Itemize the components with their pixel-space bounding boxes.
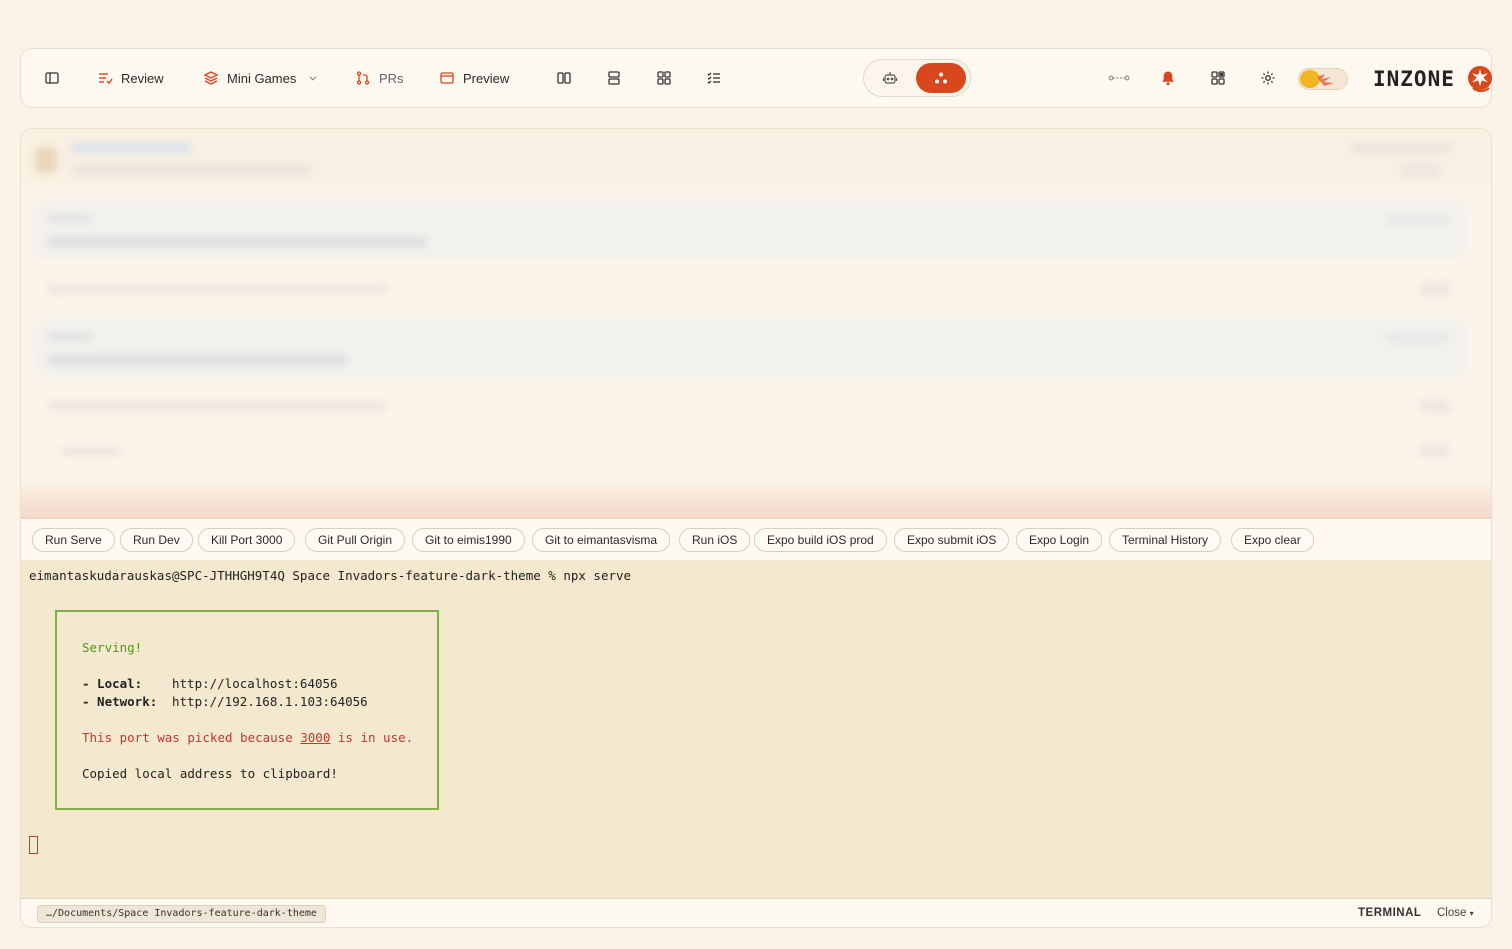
prompt-line: eimantaskudarauskas@SPC-JTHHGH9T4Q Space…: [29, 568, 632, 583]
theme-toggle[interactable]: [1298, 68, 1348, 90]
network-label: - Network:: [82, 694, 158, 709]
close-terminal-button[interactable]: Close ▾: [1437, 907, 1474, 919]
serving-text: Serving!: [82, 640, 143, 655]
chat-panel-blurred: [20, 128, 1492, 518]
review-label: Review: [121, 70, 164, 86]
sun-rays-icon: [1317, 74, 1334, 86]
blurred-content: [21, 129, 1491, 518]
chevron-down-icon: [309, 76, 317, 81]
top-navigation-bar: Review Mini Games PRs Preview INZONE: [20, 48, 1492, 108]
port-in-use: 3000: [300, 730, 331, 745]
review-icon: [99, 73, 113, 85]
terminal-label: TERMINAL: [1358, 907, 1422, 919]
brand-logo-icon: [1467, 66, 1492, 92]
quick-commands-bar: Run Serve Run Dev Kill Port 3000 Git Pul…: [20, 518, 1492, 560]
mini-games-label: Mini Games: [227, 70, 297, 86]
cmd-expo-build-ios-prod[interactable]: Expo build iOS prod: [754, 528, 887, 552]
terminal-footer: …/Documents/Space Invadors-feature-dark-…: [20, 898, 1492, 928]
review-button[interactable]: Review: [97, 49, 164, 107]
grid-layout-icon[interactable]: [656, 70, 672, 86]
brand: INZONE: [1373, 63, 1495, 95]
network-url[interactable]: http://192.168.1.103:64056: [172, 694, 368, 709]
git-pull-request-icon: [356, 71, 370, 85]
layers-icon: [203, 71, 219, 85]
cmd-git-to-eimis1990[interactable]: Git to eimis1990: [412, 528, 525, 552]
serve-info-box: Serving! - Local: http://localhost:64056…: [55, 610, 439, 810]
cmd-git-to-eimantasvisma[interactable]: Git to eimantasvisma: [532, 528, 671, 552]
cmd-expo-clear[interactable]: Expo clear: [1231, 528, 1314, 552]
port-warning-pre: This port was picked because: [82, 730, 301, 745]
port-warning: This port was picked because 3000 is in …: [82, 730, 413, 745]
cmd-expo-submit-ios[interactable]: Expo submit iOS: [894, 528, 1010, 552]
working-directory-chip[interactable]: …/Documents/Space Invadors-feature-dark-…: [37, 905, 326, 923]
checklist-icon[interactable]: [706, 70, 722, 86]
bell-icon[interactable]: [1160, 70, 1176, 86]
cmd-expo-login[interactable]: Expo Login: [1016, 528, 1103, 552]
terminal-cursor: [29, 836, 38, 854]
multi-agent-icon: [935, 72, 947, 84]
brand-name: INZONE: [1373, 67, 1455, 91]
terminal-output[interactable]: eimantaskudarauskas@SPC-JTHHGH9T4Q Space…: [20, 560, 1492, 898]
prs-label: PRs: [379, 70, 404, 86]
preview-label: Preview: [463, 70, 510, 86]
port-warning-post: is in use.: [330, 730, 414, 745]
sidebar-toggle-icon[interactable]: [44, 70, 60, 86]
prs-button[interactable]: PRs: [355, 49, 404, 107]
browser-window-icon: [440, 72, 454, 84]
gear-icon[interactable]: [1260, 70, 1276, 86]
split-columns-icon[interactable]: [556, 70, 572, 86]
caret-down-icon: ▾: [1469, 909, 1474, 918]
connection-icon[interactable]: [1108, 70, 1130, 86]
panel-fade: [21, 478, 1491, 518]
robot-icon: [882, 72, 898, 84]
apps-grid-icon[interactable]: [1210, 70, 1226, 86]
multi-agent-mode-option[interactable]: [916, 63, 966, 93]
mini-games-dropdown[interactable]: Mini Games: [203, 49, 318, 107]
agent-mode-toggle: [863, 59, 971, 97]
cmd-run-serve[interactable]: Run Serve: [32, 528, 115, 552]
split-rows-icon[interactable]: [606, 70, 622, 86]
cmd-kill-port-3000[interactable]: Kill Port 3000: [198, 528, 296, 552]
local-label: - Local:: [82, 676, 143, 691]
close-label: Close: [1437, 907, 1467, 919]
cmd-run-dev[interactable]: Run Dev: [120, 528, 193, 552]
cmd-git-pull-origin[interactable]: Git Pull Origin: [305, 528, 406, 552]
cmd-terminal-history[interactable]: Terminal History: [1109, 528, 1222, 552]
cmd-run-ios[interactable]: Run iOS: [679, 528, 751, 552]
robot-mode-option[interactable]: [868, 63, 912, 93]
local-url[interactable]: http://localhost:64056: [172, 676, 338, 691]
preview-button[interactable]: Preview: [439, 49, 509, 107]
copied-text: Copied local address to clipboard!: [82, 766, 338, 781]
